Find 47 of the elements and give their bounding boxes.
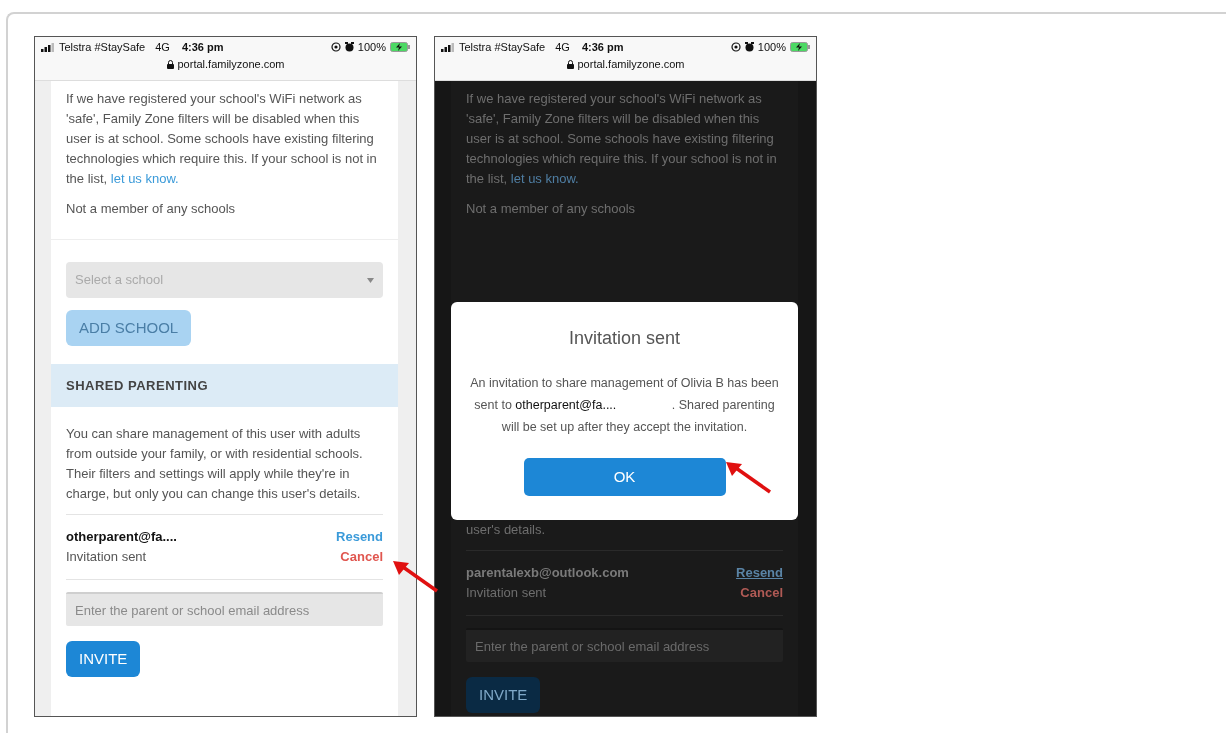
invitee-email: otherparent@fa.... <box>66 528 177 546</box>
dialog-title: Invitation sent <box>568 327 681 350</box>
battery-charging-icon <box>790 42 810 52</box>
invitee-email: parentalexb@outlook.com <box>466 564 629 582</box>
description-text: user's details. <box>466 521 547 539</box>
url-address: portal.familyzone.com <box>177 57 285 72</box>
email-input-field[interactable]: Enter the parent or school email address <box>466 628 783 662</box>
invitation-status: Invitation sent <box>466 584 547 602</box>
rotation-lock-icon <box>330 42 341 52</box>
resend-link[interactable]: Resend <box>336 527 383 547</box>
dialog-message: An invitation to share management of Olivia B has been sent to otherparent@fa.... . Shared parenting will be set up after they accept the invitation. <box>469 375 780 436</box>
school-select[interactable]: Select a school <box>66 262 383 298</box>
signal-icon <box>41 42 55 52</box>
description-text: If we have registered your school's WiFi network as 'safe', Family Zone filters will be disabled when this user is at school. Some schools have existing filtering technologies which require this. If your school is not in the list, let us know. <box>466 90 778 188</box>
invite-button[interactable]: INVITE <box>66 641 141 677</box>
pointer-arrow <box>724 460 772 494</box>
dropdown-caret-icon <box>367 277 374 283</box>
section-header: SHARED PARENTING <box>51 364 398 407</box>
lock-icon <box>566 59 574 69</box>
url-address: portal.familyzone.com <box>577 57 685 72</box>
invite-button[interactable]: INVITE <box>466 677 541 713</box>
membership-note: Not a member of any schools <box>66 200 237 218</box>
ok-button[interactable]: OK <box>523 458 726 496</box>
description-text: You can share management of this user with adults from outside your family, or with residential schools. Their filters and settings will apply while they're in charge, but only you can change this user's details. <box>66 425 364 503</box>
let-us-know-link[interactable]: let us know. <box>510 171 579 186</box>
carrier-name: Telstra #StaySafe <box>59 40 146 55</box>
let-us-know-link[interactable]: let us know. <box>110 171 179 186</box>
clock-time: 4:36 pm <box>181 40 224 55</box>
network-type: 4G <box>155 40 170 55</box>
battery-percentage: 100% <box>757 40 786 55</box>
battery-percentage: 100% <box>357 40 386 55</box>
membership-note: Not a member of any schools <box>466 200 637 218</box>
invitation-status: Invitation sent <box>66 548 147 566</box>
pointer-arrow <box>391 559 439 593</box>
carrier-name: Telstra #StaySafe <box>459 40 546 55</box>
battery-charging-icon <box>390 42 410 52</box>
description-text: If we have registered your school's WiFi network as 'safe', Family Zone filters will be disabled when this user is at school. Some schools have existing filtering technologies which require this. If your school is not in the list, let us know. <box>66 90 378 188</box>
alarm-clock-icon <box>344 42 354 52</box>
signal-icon <box>441 42 455 52</box>
resend-link[interactable]: Resend <box>736 563 783 583</box>
cancel-link[interactable]: Cancel <box>340 547 383 567</box>
lock-icon <box>166 59 174 69</box>
rotation-lock-icon <box>730 42 741 52</box>
clock-time: 4:36 pm <box>581 40 624 55</box>
alarm-clock-icon <box>744 42 754 52</box>
cancel-link[interactable]: Cancel <box>740 583 783 603</box>
network-type: 4G <box>555 40 570 55</box>
